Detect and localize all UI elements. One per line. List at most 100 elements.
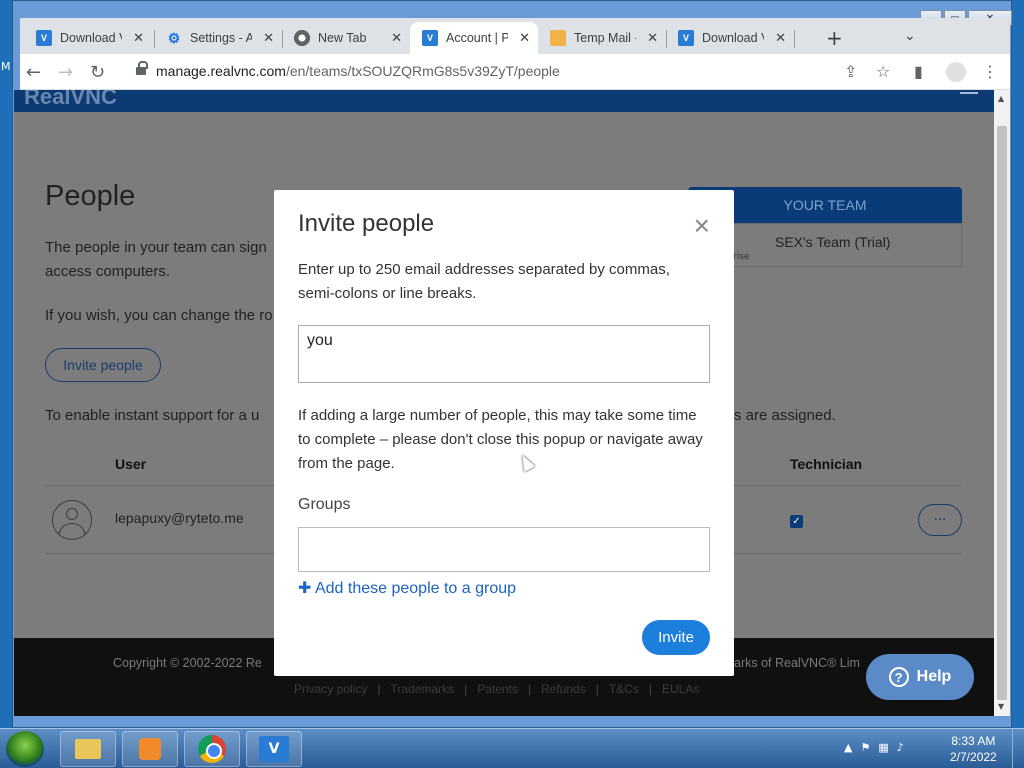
footer-links: Privacy policy | Trademarks | Patents | Ref… <box>294 682 700 696</box>
tab-label: Settings - A <box>190 31 252 45</box>
user-avatar <box>52 500 92 540</box>
share-icon[interactable]: ⇪ <box>844 62 857 81</box>
footer-copyright: Copyright © 2002-2022 Re <box>113 656 262 670</box>
footer-link-eulas[interactable]: EULAs <box>662 682 699 696</box>
scroll-up-arrow-icon[interactable]: ▲ <box>998 94 1004 103</box>
help-question-icon: ? <box>888 667 909 687</box>
tab-close-icon[interactable]: ✕ <box>519 30 530 46</box>
column-header-technician: Technician <box>790 456 863 472</box>
new-tab-button[interactable]: + <box>826 26 843 50</box>
help-button[interactable]: ? Help <box>866 654 974 700</box>
footer-link-patents[interactable]: Patents <box>477 682 518 696</box>
modal-close-icon[interactable]: × <box>694 212 710 240</box>
invite-button[interactable]: Invite <box>642 620 710 655</box>
change-role-text: If you wish, you can change the ro <box>45 307 273 324</box>
footer-link-privacy[interactable]: Privacy policy <box>294 682 367 696</box>
taskbar-clock[interactable]: 8:33 AM 2/7/2022 <box>950 733 997 765</box>
scroll-thumb[interactable] <box>997 126 1007 700</box>
footer-link-refunds[interactable]: Refunds <box>541 682 586 696</box>
vnc-icon: V <box>36 30 52 46</box>
footer-trademark-text: arks of RealVNC® Lim <box>734 656 860 670</box>
scroll-down-arrow-icon[interactable]: ▼ <box>998 702 1004 711</box>
user-more-button[interactable]: ··· <box>918 504 962 536</box>
team-name: SEX's Team (Trial) <box>775 234 891 250</box>
groups-label: Groups <box>298 496 351 513</box>
browser-toolbar: ← → ↻ manage.realvnc.com/en/teams/txSOUZ… <box>20 54 1010 90</box>
add-to-group-link[interactable]: ✚ Add these people to a group <box>298 578 516 598</box>
tab-download-vnc-2[interactable]: V Download V ✕ <box>666 22 794 54</box>
tab-account-people[interactable]: V Account | Pe ✕ <box>410 22 538 54</box>
tab-close-icon[interactable]: ✕ <box>263 30 274 46</box>
site-header: RealVNC <box>14 90 994 112</box>
taskbar-explorer[interactable] <box>60 731 116 767</box>
tab-temp-mail[interactable]: Temp Mail - ✕ <box>538 22 666 54</box>
gear-icon: ⚙ <box>167 29 181 46</box>
volume-icon[interactable]: ♪ <box>897 741 904 754</box>
desktop-edge-text: M <box>1 60 11 73</box>
tab-close-icon[interactable]: ✕ <box>775 30 786 46</box>
tab-download-vnc-1[interactable]: V Download V ✕ <box>24 22 152 54</box>
page-title: People <box>45 180 136 212</box>
support-text: To enable instant support for a u <box>45 407 260 424</box>
support-text-end: s are assigned. <box>734 407 836 424</box>
url-path: /en/teams/txSOUZQRmG8s5v39ZyT/people <box>285 63 560 79</box>
start-button[interactable] <box>6 731 44 767</box>
footer-link-trademarks[interactable]: Trademarks <box>390 682 454 696</box>
tab-label: Temp Mail - <box>574 31 636 45</box>
network-icon[interactable]: ▦ <box>878 741 888 754</box>
taskbar-vnc[interactable]: V <box>246 731 302 767</box>
invite-people-button[interactable]: Invite people <box>45 348 161 382</box>
column-header-user: User <box>115 456 147 472</box>
team-partial-label: rise <box>733 252 750 262</box>
user-email: lepapuxy@ryteto.me <box>115 510 244 526</box>
tab-close-icon[interactable]: ✕ <box>647 30 658 46</box>
bookmark-star-icon[interactable]: ☆ <box>876 62 890 81</box>
page-scrollbar[interactable]: ▲ ▼ <box>994 90 1010 716</box>
lock-icon <box>136 61 148 76</box>
system-tray: ▲ ⚑ ▦ ♪ <box>844 741 904 754</box>
show-desktop-button[interactable] <box>1012 729 1024 768</box>
vnc-icon: V <box>678 30 694 46</box>
tab-label: New Tab <box>318 31 367 45</box>
action-center-icon[interactable]: ⚑ <box>860 741 870 754</box>
technician-checkbox[interactable]: ✓ <box>790 515 803 528</box>
vnc-icon: V <box>259 736 289 762</box>
hamburger-menu-icon[interactable] <box>960 92 978 94</box>
tab-new-tab[interactable]: New Tab ✕ <box>282 22 410 54</box>
modal-note: If adding a large number of people, this… <box>298 407 703 472</box>
folder-icon <box>75 739 101 759</box>
clock-date: 2/7/2022 <box>950 750 997 764</box>
kebab-menu-icon[interactable]: ⋮ <box>982 62 998 81</box>
forward-arrow-icon[interactable]: → <box>58 62 73 83</box>
modal-title: Invite people <box>298 210 435 237</box>
tab-close-icon[interactable]: ✕ <box>391 30 402 46</box>
modal-description: Enter up to 250 email addresses separate… <box>298 261 670 302</box>
intro-text-line1: The people in your team can sign <box>45 239 267 256</box>
profile-avatar-icon[interactable] <box>946 62 966 82</box>
plus-icon: ✚ <box>298 580 312 597</box>
reload-icon[interactable]: ↻ <box>90 62 105 83</box>
tab-settings[interactable]: ⚙ Settings - A ✕ <box>154 22 282 54</box>
back-arrow-icon[interactable]: ← <box>26 62 41 83</box>
footer-link-tcs[interactable]: T&Cs <box>609 682 639 696</box>
url-text[interactable]: manage.realvnc.com/en/teams/txSOUZQRmG8s… <box>156 63 560 79</box>
groups-input[interactable] <box>298 527 710 572</box>
side-panel-icon[interactable]: ▮ <box>914 62 923 81</box>
url-host: manage.realvnc.com <box>156 63 286 79</box>
page-viewport: RealVNC People The people in your team c… <box>14 90 994 716</box>
chrome-icon <box>198 735 226 763</box>
address-bar[interactable]: manage.realvnc.com/en/teams/txSOUZQRmG8s… <box>124 58 930 86</box>
tab-strip: V Download V ✕ ⚙ Settings - A ✕ New Tab … <box>20 18 1010 54</box>
media-player-icon <box>139 738 161 760</box>
taskbar-media-player[interactable] <box>122 731 178 767</box>
tab-close-icon[interactable]: ✕ <box>133 30 144 46</box>
intro-text-line2: access computers. <box>45 263 171 280</box>
tray-expand-icon[interactable]: ▲ <box>844 741 852 754</box>
tab-label: Download V <box>702 31 764 45</box>
tab-label: Download V <box>60 31 122 45</box>
clock-time: 8:33 AM <box>951 734 996 748</box>
taskbar-chrome[interactable] <box>184 731 240 767</box>
email-addresses-input[interactable]: you <box>298 325 710 383</box>
tab-search-chevron-icon[interactable]: ⌄ <box>904 28 916 44</box>
add-to-group-label: Add these people to a group <box>314 580 517 597</box>
